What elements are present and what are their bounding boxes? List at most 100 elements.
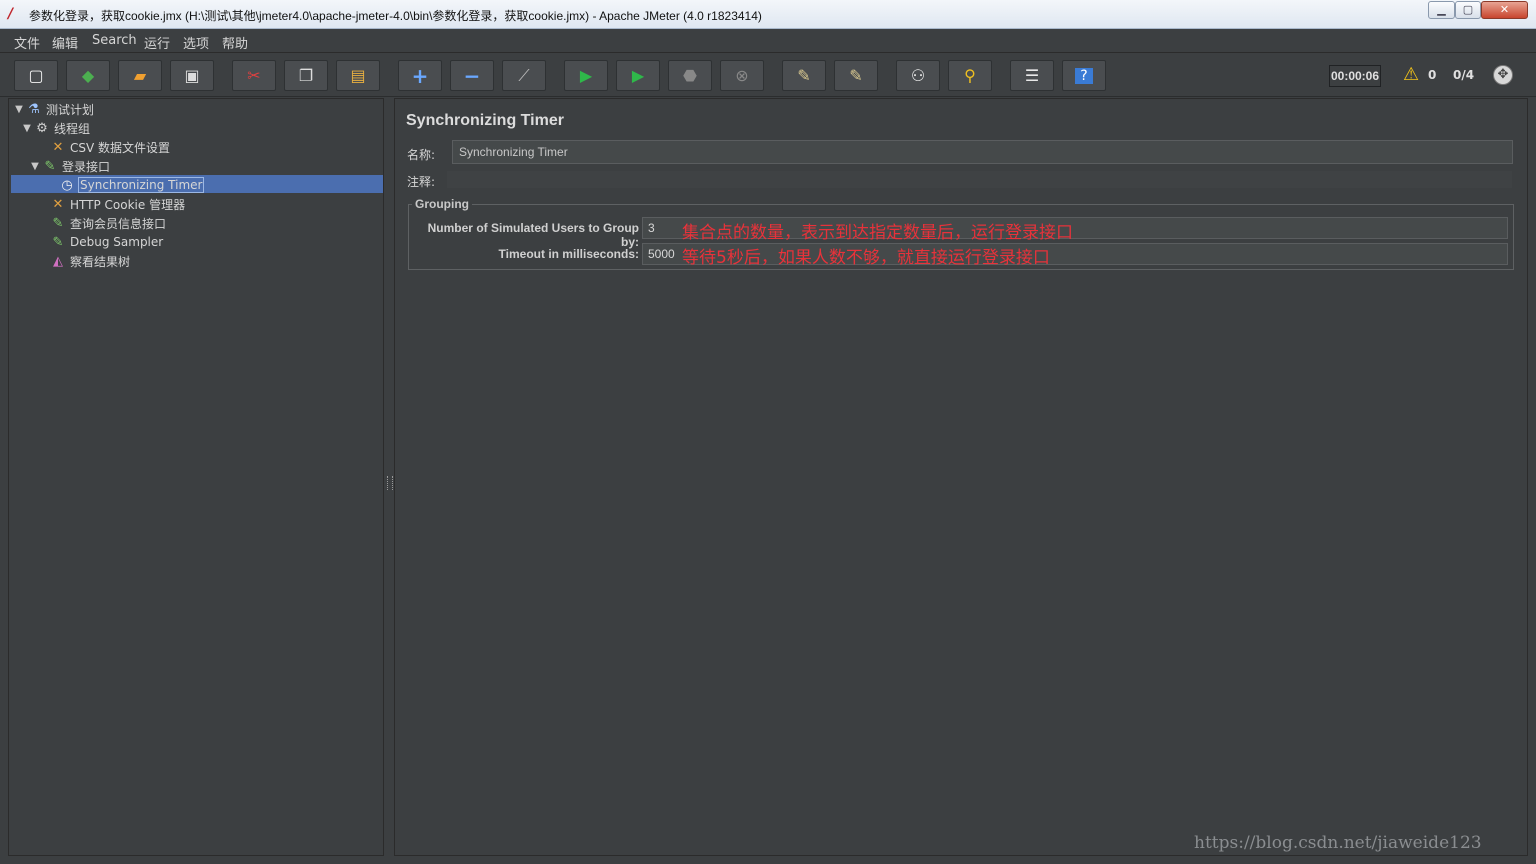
minimize-button[interactable]: ▁	[1428, 1, 1455, 19]
tree-node-label: 线程组	[54, 121, 91, 136]
paste-button[interactable]: ▤	[336, 60, 380, 91]
tree-node[interactable]: ◭ 察看结果树	[37, 252, 130, 270]
menu-run[interactable]: 运行	[144, 33, 170, 52]
toggle-icon: ⟋	[518, 65, 530, 85]
tree-node[interactable]: ▼ ⚗ 测试计划	[13, 100, 94, 118]
sampler-icon: ✎	[52, 215, 64, 231]
expand-toggle-icon[interactable]: ▼	[13, 104, 25, 115]
tree-node-label: HTTP Cookie 管理器	[70, 197, 186, 212]
open-button[interactable]: ▰	[118, 60, 162, 91]
window-titlebar: / 参数化登录，获取cookie.jmx (H:\测试\其他\jmeter4.0…	[0, 0, 1536, 29]
users-label: Number of Simulated Users to Group by:	[427, 221, 639, 249]
maximize-button[interactable]: ▢	[1455, 1, 1481, 19]
users-annotation: 集合点的数量，表示到达指定数量后，运行登录接口	[682, 223, 1073, 243]
remote-status-icon[interactable]: ✥	[1493, 65, 1513, 85]
elapsed-time: 00:00:06	[1329, 65, 1381, 87]
element-editor: Synchronizing Timer 名称: Synchronizing Ti…	[394, 98, 1528, 856]
watermark: https://blog.csdn.net/jiaweide123	[1194, 833, 1482, 853]
warning-count: 0	[1428, 68, 1437, 82]
shutdown-icon: ⊗	[735, 66, 749, 85]
clear-button[interactable]: ✎	[782, 60, 826, 91]
name-field[interactable]: Synchronizing Timer	[452, 140, 1513, 164]
menu-help[interactable]: 帮助	[222, 33, 248, 52]
active-threads: 0/4	[1453, 68, 1475, 82]
search-button[interactable]: ⚇	[896, 60, 940, 91]
start-no-pause-icon: ▶	[631, 66, 645, 85]
expand-toggle-icon[interactable]: ▼	[21, 123, 33, 134]
reset-search-button[interactable]: ⚲	[948, 60, 992, 91]
splitter-grip[interactable]	[387, 476, 393, 490]
config-element-icon: ✕	[52, 196, 64, 212]
timeout-label: Timeout in milliseconds:	[498, 247, 639, 261]
expand-button[interactable]: +	[398, 60, 442, 91]
timer-icon: ◷	[61, 177, 73, 193]
paste-icon: ▤	[350, 66, 366, 85]
new-button[interactable]: ▢	[14, 60, 58, 91]
shutdown-button[interactable]: ⊗	[720, 60, 764, 91]
listener-icon: ◭	[53, 253, 63, 269]
menu-edit[interactable]: 编辑	[52, 33, 78, 52]
clear-all-icon: ✎	[849, 66, 863, 85]
stop-icon: ⬣	[683, 66, 697, 85]
templates-icon: ◆	[81, 66, 95, 85]
templates-button[interactable]: ◆	[66, 60, 110, 91]
tree-node[interactable]: ▼ ⚙ 线程组	[21, 119, 90, 137]
window-title: 参数化登录，获取cookie.jmx (H:\测试\其他\jmeter4.0\a…	[29, 9, 762, 23]
jmeter-feather-icon: /	[8, 6, 14, 22]
tree-node[interactable]: ◷ Synchronizing Timer	[46, 176, 205, 194]
help-button[interactable]: ?	[1062, 60, 1106, 91]
page-title: Synchronizing Timer	[406, 112, 564, 129]
test-plan-tree[interactable]: ▼ ⚗ 测试计划 ▼ ⚙ 线程组 ✕ CSV 数据文件设置 ▼ ✎ 登录接口 ◷ Synchronizi…	[8, 98, 384, 856]
new-icon: ▢	[28, 66, 44, 85]
tree-node-label: CSV 数据文件设置	[70, 140, 171, 155]
menu-search[interactable]: Search	[92, 33, 137, 48]
tree-node[interactable]: ✎ Debug Sampler	[37, 233, 164, 251]
clear-icon: ✎	[797, 66, 811, 85]
tree-node[interactable]: ✎ 查询会员信息接口	[37, 214, 166, 232]
menu-file[interactable]: 文件	[14, 33, 40, 52]
sampler-icon: ✎	[44, 158, 56, 174]
close-button[interactable]: ✕	[1481, 1, 1528, 19]
test-plan-icon: ⚗	[28, 101, 40, 117]
tree-node[interactable]: ✕ CSV 数据文件设置	[37, 138, 170, 156]
menu-bar: 文件 编辑 Search 运行 选项 帮助	[0, 29, 1536, 53]
collapse-button[interactable]: −	[450, 60, 494, 91]
search-icon: ⚇	[910, 66, 926, 85]
comment-field[interactable]	[446, 170, 1513, 189]
warning-icon[interactable]: ⚠	[1403, 65, 1419, 85]
tree-node[interactable]: ✕ HTTP Cookie 管理器	[37, 195, 186, 213]
expand-toggle-icon[interactable]: ▼	[29, 161, 41, 172]
start-no-pause-button[interactable]: ▶	[616, 60, 660, 91]
comment-label: 注释:	[407, 175, 436, 189]
copy-icon: ❐	[298, 66, 314, 85]
function-helper-button[interactable]: ☰	[1010, 60, 1054, 91]
clear-all-button[interactable]: ✎	[834, 60, 878, 91]
pane-splitter[interactable]	[385, 98, 393, 856]
function-helper-icon: ☰	[1024, 66, 1040, 85]
stop-button[interactable]: ⬣	[668, 60, 712, 91]
reset-search-icon: ⚲	[964, 66, 976, 85]
tree-node-label: Synchronizing Timer	[77, 177, 205, 193]
toggle-button[interactable]: ⟋	[502, 60, 546, 91]
tree-node-label: 查询会员信息接口	[70, 216, 167, 231]
save-button[interactable]: ▣	[170, 60, 214, 91]
timeout-annotation: 等待5秒后，如果人数不够，就直接运行登录接口	[682, 248, 1050, 268]
save-icon: ▣	[184, 66, 200, 85]
name-label: 名称:	[407, 148, 436, 162]
tree-node-label: Debug Sampler	[70, 235, 164, 249]
tree-node-label: 测试计划	[46, 102, 95, 117]
copy-button[interactable]: ❐	[284, 60, 328, 91]
start-button[interactable]: ▶	[564, 60, 608, 91]
grouping-title: Grouping	[412, 197, 472, 211]
tree-node-label: 察看结果树	[70, 254, 131, 269]
tree-node-label: 登录接口	[62, 159, 111, 174]
menu-options[interactable]: 选项	[183, 33, 209, 52]
help-icon: ?	[1075, 67, 1093, 84]
start-icon: ▶	[579, 66, 593, 85]
tree-node[interactable]: ▼ ✎ 登录接口	[29, 157, 110, 175]
collapse-icon: −	[463, 63, 481, 88]
cut-button[interactable]: ✂	[232, 60, 276, 91]
cut-icon: ✂	[247, 66, 261, 85]
toolbar: 00:00:06 ⚠ 0 0/4 ✥ ▢ ◆ ▰ ▣ ✂ ❐ ▤ + − ⟋ ▶ ▶ ⬣ ⊗ ✎ ✎ ⚇ ⚲ ☰?	[0, 53, 1536, 97]
config-element-icon: ✕	[52, 139, 64, 155]
